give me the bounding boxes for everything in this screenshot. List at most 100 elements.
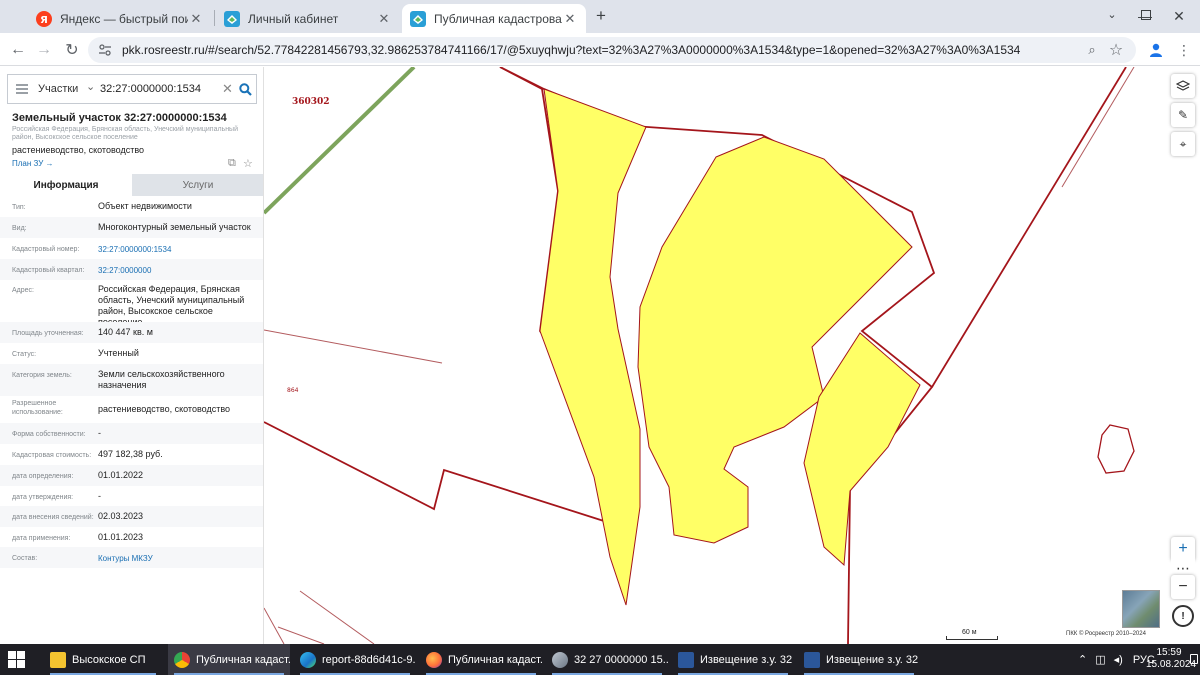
zoom-out-button[interactable]: − [1171,575,1195,599]
viewer-icon [552,651,568,668]
property-label: Категория земель: [12,372,72,379]
restore-icon[interactable] [1141,10,1151,20]
property-label: дата определения: [12,473,74,480]
close-icon[interactable]: ✕ [188,11,204,27]
zoom-to-object-icon[interactable]: ⧉ [228,157,236,170]
search-type-select[interactable]: Участки [38,83,78,95]
tab-separator [214,10,215,26]
property-value: растениеводство, скотоводство [98,404,231,414]
back-icon[interactable]: ← [6,38,30,62]
taskbar-item-label: Извещение з.у. 32 ... [826,653,920,666]
tab-search-icon[interactable]: ⌄ [1104,8,1120,24]
menu-icon[interactable] [16,84,28,94]
volume-icon[interactable]: ◂) [1114,653,1123,666]
taskbar-item-viewer[interactable]: 32 27 0000000 15... [546,644,668,675]
rosreestr-icon [410,10,426,27]
taskbar-item-edge[interactable]: report-88d6d41c-9... [294,644,416,675]
chevron-down-icon[interactable]: ⌄ [86,80,95,93]
property-label: Кадастровая стоимость: [12,452,92,459]
taskbar-item-label: report-88d6d41c-9... [322,653,416,666]
property-value: 01.01.2023 [98,532,144,542]
tab-cabinet[interactable]: Личный кабинет ✕ [216,4,400,33]
address-bar[interactable]: pkk.rosreestr.ru/#/search/52.77842281456… [88,37,1136,63]
close-icon[interactable]: ✕ [562,11,578,27]
start-icon[interactable] [8,651,25,668]
search-input[interactable]: 32:27:0000000:1534 [100,83,201,95]
clock-time: 15:59 [1156,647,1182,658]
site-settings-icon[interactable] [98,43,112,57]
bookmark-star-icon[interactable]: ☆ [1104,38,1128,62]
locate-icon[interactable]: ⌖ [1171,132,1195,156]
forward-icon[interactable]: → [32,38,56,62]
taskbar-item-word-1[interactable]: Извещение з.у. 32 ... [672,644,794,675]
taskbar-item-label: Публичная кадаст... [196,653,290,666]
network-icon[interactable]: ◫ [1095,653,1105,666]
chevron-up-icon[interactable]: ⌃ [1078,653,1087,666]
tab-cadastral-map[interactable]: Публичная кадастровая карта ✕ [402,4,586,33]
basemap-switch-thumbnail[interactable] [1122,590,1160,628]
boundary-line [1061,67,1135,188]
plan-link[interactable]: План ЗУ → [12,159,54,168]
property-label: Кадастровый номер: [12,246,80,253]
taskbar-item-firefox[interactable]: Публичная кадаст... [420,644,542,675]
parcel-number-label: 864 [287,387,299,394]
property-value: - [98,491,101,501]
property-label: Разрешенное использование: [12,400,63,416]
search-icon[interactable] [234,78,256,100]
taskbar-item-label: Высокское СП [72,653,146,666]
compass-icon[interactable]: ! [1172,605,1194,627]
cadastral-quarter-link[interactable]: 32:27:0000000 [98,265,258,276]
property-value: 140 447 кв. м [98,327,153,337]
tab-yandex[interactable]: Я Яндекс — быстрый поиск в ин ✕ [28,4,212,33]
reload-icon[interactable]: ↻ [60,38,84,62]
object-permitted-use: растениеводство, скотоводство [12,145,145,155]
property-row: Форма собственности: - [0,423,263,444]
edge-icon [300,651,316,668]
profile-icon[interactable] [1144,38,1168,62]
layers-icon[interactable] [1171,74,1195,98]
map-canvas[interactable]: 360302 864 [264,67,1200,644]
property-value: Многоконтурный земельный участок [98,222,251,232]
property-row: дата утверждения: - [0,486,263,506]
taskbar-item-label: Публичная кадаст... [448,653,542,666]
cadastral-number-link[interactable]: 32:27:0000000:1534 [98,244,258,255]
property-row: Кадастровая стоимость: 497 182,38 руб. [0,444,263,465]
parcel-contour-east [803,332,921,567]
clear-icon[interactable]: ✕ [222,81,233,97]
property-row: дата применения: 01.01.2023 [0,527,263,547]
word-icon [804,651,820,668]
parcel-contour-west [539,88,647,606]
taskbar-item-label: Извещение з.у. 32 ... [700,653,794,666]
property-value: 02.03.2023 [98,511,144,521]
system-tray: ⌃ ◫ ◂) РУС [1078,644,1155,675]
boundary-line [264,329,443,364]
parcel-boundary [264,421,608,523]
parcel-contour-center [637,136,913,544]
clock[interactable]: 15:59 15.08.2024 [1146,647,1196,671]
taskbar-item-word-2[interactable]: Извещение з.у. 32 ... [798,644,920,675]
taskbar-item-chrome[interactable]: Публичная кадаст... [168,644,290,675]
copyright-label: ПКК © Росреестр 2010–2024 [1066,631,1146,637]
zoom-icon[interactable]: ⌕ [1080,38,1104,62]
tab-information[interactable]: Информация [0,174,132,196]
contours-link[interactable]: Контуры МКЗУ [98,553,258,564]
browser-menu-icon[interactable]: ⋮ [1172,38,1196,62]
object-address: Российская Федерация, Брянская область, … [12,126,239,141]
property-row: дата определения: 01.01.2022 [0,465,263,486]
scale-label: 60 м [962,629,977,636]
close-window-button[interactable]: ✕ [1156,0,1200,32]
notification-icon[interactable] [1190,654,1198,664]
chrome-icon [174,651,190,668]
browser-tab-strip: Я Яндекс — быстрый поиск в ин ✕ Личный к… [0,0,1200,33]
cadastral-map[interactable]: 360302 864 [264,67,1200,644]
search-bar: Участки ⌄ 32:27:0000000:1534 ✕ [7,74,257,104]
close-icon[interactable]: ✕ [376,11,392,27]
new-tab-button[interactable]: + [592,7,610,25]
taskbar-item-folder[interactable]: Высокское СП [44,644,162,675]
favorite-star-icon[interactable]: ☆ [243,157,253,170]
ruler-icon[interactable]: ✎ [1171,103,1195,127]
svg-text:Я: Я [40,15,48,26]
property-value: 497 182,38 руб. [98,449,163,459]
property-label: Площадь уточненная: [12,330,84,337]
tab-services[interactable]: Услуги [132,174,263,196]
